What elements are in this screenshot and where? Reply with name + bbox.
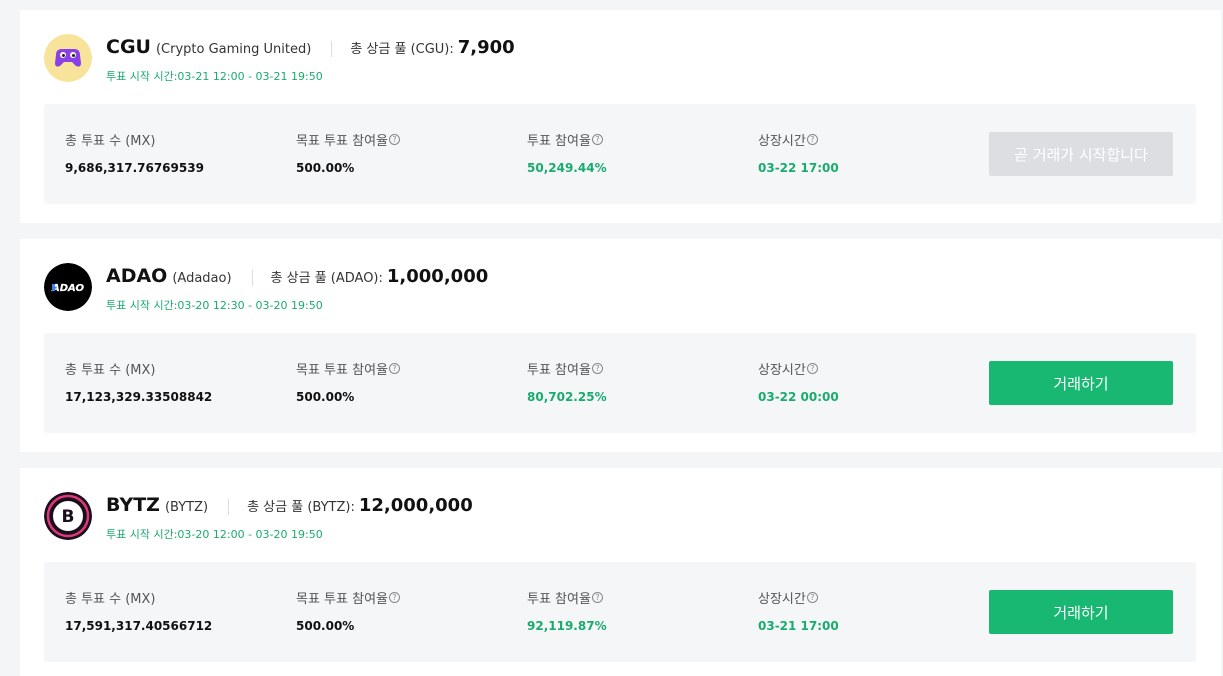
card-header: ADAO ADAO (Adadao) 총 상금 풀 (ADAO): 1,000,… [44, 263, 1194, 313]
help-icon[interactable]: ? [806, 133, 818, 145]
stat-total-votes: 총 투표 수 (MX) 17,591,317.40566712 [65, 589, 213, 634]
vote-card-cgu: CGU (Crypto Gaming United) 총 상금 풀 (CGU):… [20, 10, 1221, 223]
divider [228, 499, 230, 515]
prize-pool-value: 1,000,000 [386, 266, 489, 287]
title-row: CGU (Crypto Gaming United) 총 상금 풀 (CGU):… [106, 36, 515, 62]
prize-pool-label: 총 상금 풀 (ADAO): [270, 271, 383, 286]
prize-pool-value: 7,900 [457, 37, 515, 58]
vote-card-bytz: B BYTZ (BYTZ) 총 상금 풀 (BYTZ): 12,000,000 … [20, 468, 1221, 676]
stat-vote-rate: 투표 참여율? 80,702.25% [527, 360, 607, 404]
svg-text:ADAO: ADAO [51, 283, 84, 294]
stat-listing-time: 상장시간? 03-22 00:00 [758, 360, 839, 404]
project-symbol: BYTZ [106, 494, 160, 516]
vote-time: 투표 시작 시간:03-20 12:30 - 03-20 19:50 [106, 299, 323, 312]
stat-label: 총 투표 수 (MX) [65, 362, 156, 378]
project-full-name: (BYTZ) [164, 500, 209, 515]
stat-listing-time: 상장시간? 03-21 17:00 [758, 589, 839, 633]
cgu-logo-icon [44, 34, 92, 82]
help-icon[interactable]: ? [806, 362, 818, 374]
stats-panel: 총 투표 수 (MX) 9,686,317.76769539 목표 투표 참여율… [44, 104, 1196, 204]
help-icon[interactable]: ? [591, 133, 603, 145]
stat-label: 상장시간 [758, 133, 806, 149]
stat-label: 투표 참여율 [527, 362, 591, 378]
trade-button[interactable]: 거래하기 [989, 361, 1173, 405]
stat-label: 총 투표 수 (MX) [65, 133, 156, 149]
stat-label: 목표 투표 참여율 [296, 591, 388, 607]
stat-label: 상장시간 [758, 362, 806, 378]
help-icon[interactable]: ? [389, 591, 400, 603]
vote-time: 투표 시작 시간:03-21 12:00 - 03-21 19:50 [106, 70, 323, 83]
trade-button[interactable]: 거래하기 [989, 590, 1173, 634]
stats-panel: 총 투표 수 (MX) 17,123,329.33508842 목표 투표 참여… [44, 333, 1196, 433]
title-row: BYTZ (BYTZ) 총 상금 풀 (BYTZ): 12,000,000 [106, 494, 473, 520]
stat-value: 9,686,317.76769539 [65, 161, 204, 175]
project-full-name: (Adadao) [172, 271, 232, 286]
stat-vote-rate: 투표 참여율? 92,119.87% [527, 589, 607, 633]
stat-label: 투표 참여율 [527, 133, 591, 149]
project-symbol: CGU [106, 36, 151, 58]
project-symbol: ADAO [106, 265, 168, 287]
stat-value: 03-22 17:00 [758, 161, 839, 175]
stat-value: 03-21 17:00 [758, 619, 839, 633]
divider [251, 270, 253, 286]
help-icon[interactable]: ? [806, 591, 818, 603]
help-icon[interactable]: ? [591, 591, 603, 603]
stat-value: 500.00% [296, 161, 355, 175]
stat-vote-rate: 투표 참여율? 50,249.44% [527, 131, 607, 175]
card-header: CGU (Crypto Gaming United) 총 상금 풀 (CGU):… [44, 34, 1194, 84]
bytz-logo-icon: B [44, 492, 92, 540]
stat-value: 17,123,329.33508842 [65, 390, 213, 404]
title-row: ADAO (Adadao) 총 상금 풀 (ADAO): 1,000,000 [106, 265, 488, 291]
stat-value: 80,702.25% [527, 390, 607, 404]
stat-value: 500.00% [296, 619, 355, 633]
stat-value: 50,249.44% [527, 161, 607, 175]
trade-soon-button: 곧 거래가 시작합니다 [989, 132, 1173, 176]
stat-target-rate: 목표 투표 참여율? 500.00% [296, 131, 400, 175]
stat-value: 03-22 00:00 [758, 390, 839, 404]
prize-pool-value: 12,000,000 [358, 495, 473, 516]
stat-label: 목표 투표 참여율 [296, 133, 388, 149]
help-icon[interactable]: ? [389, 362, 400, 374]
stat-value: 17,591,317.40566712 [65, 619, 213, 633]
stat-value: 92,119.87% [527, 619, 607, 633]
adao-logo-icon: ADAO [44, 263, 92, 311]
stat-target-rate: 목표 투표 참여율? 500.00% [296, 589, 400, 633]
help-icon[interactable]: ? [591, 362, 603, 374]
divider [331, 41, 333, 57]
vote-time: 투표 시작 시간:03-20 12:00 - 03-20 19:50 [106, 528, 323, 541]
stat-label: 상장시간 [758, 591, 806, 607]
stat-total-votes: 총 투표 수 (MX) 17,123,329.33508842 [65, 360, 213, 405]
vote-card-adao: ADAO ADAO (Adadao) 총 상금 풀 (ADAO): 1,000,… [20, 239, 1221, 452]
stat-label: 목표 투표 참여율 [296, 362, 388, 378]
project-full-name: (Crypto Gaming United) [155, 42, 312, 57]
stat-total-votes: 총 투표 수 (MX) 9,686,317.76769539 [65, 131, 204, 176]
svg-text:B: B [62, 507, 75, 527]
prize-pool-label: 총 상금 풀 (BYTZ): [247, 500, 355, 515]
stat-target-rate: 목표 투표 참여율? 500.00% [296, 360, 400, 404]
stat-listing-time: 상장시간? 03-22 17:00 [758, 131, 839, 175]
stat-value: 500.00% [296, 390, 355, 404]
prize-pool-label: 총 상금 풀 (CGU): [350, 42, 454, 57]
stats-panel: 총 투표 수 (MX) 17,591,317.40566712 목표 투표 참여… [44, 562, 1196, 662]
help-icon[interactable]: ? [389, 133, 400, 145]
stat-label: 투표 참여율 [527, 591, 591, 607]
card-header: B BYTZ (BYTZ) 총 상금 풀 (BYTZ): 12,000,000 … [44, 492, 1194, 542]
stat-label: 총 투표 수 (MX) [65, 591, 156, 607]
